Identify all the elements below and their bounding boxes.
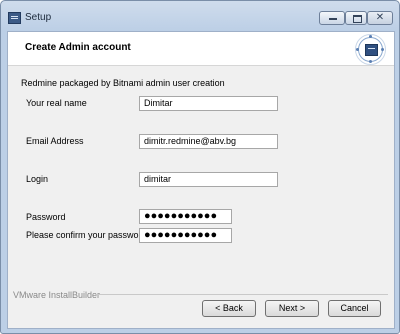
next-button[interactable]: Next > [265, 300, 319, 317]
logo-window [365, 44, 378, 56]
window-app-icon [8, 12, 21, 24]
close-icon: ✕ [375, 12, 385, 23]
password-label: Password [26, 212, 66, 222]
real-name-input[interactable]: Dimitar [139, 96, 278, 111]
footer-divider [96, 294, 388, 295]
login-input[interactable]: dimitar [139, 172, 278, 187]
back-button[interactable]: < Back [202, 300, 256, 317]
cancel-button[interactable]: Cancel [328, 300, 381, 317]
confirm-password-label: Please confirm your password [26, 230, 147, 240]
window-title: Setup [25, 12, 52, 23]
wizard-content: Create Admin account Redmine packaged by… [7, 31, 395, 329]
email-label: Email Address [26, 136, 84, 146]
minimize-button[interactable] [319, 11, 345, 25]
minimize-icon [329, 18, 337, 20]
page-title: Create Admin account [25, 42, 131, 53]
password-input[interactable]: ●●●●●●●●●●● [139, 209, 232, 224]
setup-window: Setup ✕ Create Admin account Redmine pac… [0, 0, 400, 334]
login-label: Login [26, 174, 49, 184]
logo-dot [381, 48, 384, 51]
maximize-button[interactable] [345, 11, 367, 25]
logo-dot [369, 60, 372, 63]
wizard-header: Create Admin account [8, 32, 394, 66]
installer-logo-icon [355, 34, 386, 65]
logo-dot [369, 35, 372, 38]
logo-dot [356, 48, 359, 51]
email-input[interactable]: dimitr.redmine@abv.bg [139, 134, 278, 149]
real-name-label: Your real name [26, 98, 87, 108]
confirm-password-input[interactable]: ●●●●●●●●●●● [139, 228, 232, 243]
footer-brand: VMware InstallBuilder [13, 290, 101, 300]
close-button[interactable]: ✕ [367, 11, 393, 25]
title-bar[interactable]: Setup ✕ [1, 1, 399, 35]
section-title: Redmine packaged by Bitnami admin user c… [21, 78, 225, 88]
maximize-icon [353, 15, 362, 23]
